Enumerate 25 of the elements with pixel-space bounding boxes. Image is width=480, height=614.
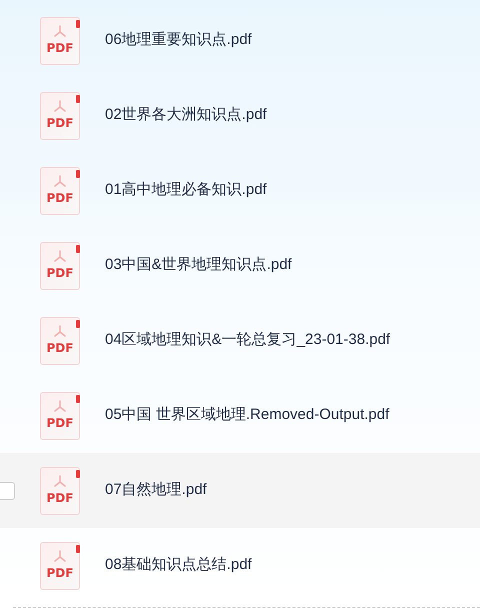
file-name[interactable]: 03中国&世界地理知识点.pdf [105,254,292,277]
file-row[interactable]: PDF 05中国 世界区域地理.Removed-Output.pdf [0,378,480,453]
checkbox[interactable] [0,482,15,500]
file-name[interactable]: 02世界各大洲知识点.pdf [105,104,267,127]
pdf-file-icon: PDF [40,16,80,64]
file-name[interactable]: 06地理重要知识点.pdf [105,29,252,52]
file-name[interactable]: 07自然地理.pdf [105,479,207,502]
pdf-file-icon: PDF [40,92,80,140]
pdf-file-icon: PDF [40,466,80,514]
file-name[interactable]: 04区域地理知识&一轮总复习_23-01-38.pdf [105,329,390,352]
file-row[interactable]: PDF 02世界各大洲知识点.pdf [0,78,480,153]
file-name[interactable]: 08基础知识点总结.pdf [105,554,252,577]
pdf-file-icon: PDF [40,542,80,590]
pdf-file-icon: PDF [40,166,80,214]
file-name[interactable]: 01高中地理必备知识.pdf [105,179,267,202]
pdf-file-icon: PDF [40,242,80,290]
file-row[interactable]: PDF 07自然地理.pdf [0,453,480,528]
pdf-file-icon: PDF [40,316,80,364]
file-row[interactable]: PDF 08基础知识点总结.pdf [0,528,480,603]
file-row[interactable]: PDF 04区域地理知识&一轮总复习_23-01-38.pdf [0,303,480,378]
file-row[interactable]: PDF 01高中地理必备知识.pdf [0,153,480,228]
file-name[interactable]: 05中国 世界区域地理.Removed-Output.pdf [105,404,390,427]
file-row[interactable]: PDF 03中国&世界地理知识点.pdf [0,228,480,303]
pdf-file-icon: PDF [40,392,80,440]
file-row[interactable]: PDF 06地理重要知识点.pdf [0,3,480,78]
